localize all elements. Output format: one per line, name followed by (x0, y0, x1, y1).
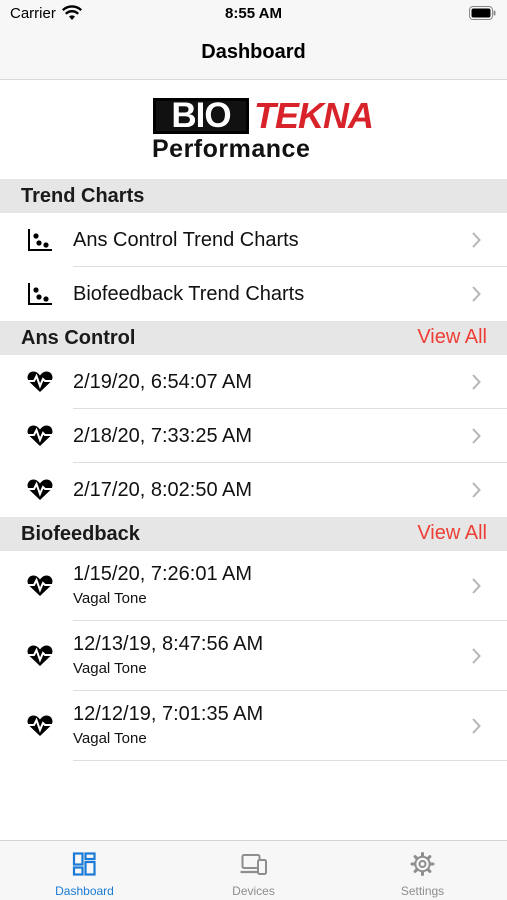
devices-icon (240, 854, 267, 875)
row-title: Biofeedback Trend Charts (73, 283, 305, 305)
scatter-chart-icon (28, 283, 52, 305)
section-title: Ans Control (21, 327, 136, 349)
row-subtitle: Vagal Tone (73, 590, 147, 607)
chevron-right-icon (472, 286, 481, 302)
heart-pulse-icon (26, 645, 54, 666)
tab-bar: Dashboard Devices Settings (0, 840, 507, 900)
row-title: Ans Control Trend Charts (73, 229, 299, 251)
tab-label: Settings (400, 884, 445, 898)
chevron-right-icon (472, 718, 481, 734)
chevron-right-icon (472, 482, 481, 498)
biofeedback-row[interactable]: 12/12/19, 7:01:35 AM Vagal Tone (0, 691, 507, 761)
row-title: 12/13/19, 8:47:56 AM (73, 633, 264, 655)
biofeedback-row[interactable]: 1/15/20, 7:26:01 AM Vagal Tone (0, 551, 507, 621)
row-title: 2/17/20, 8:02:50 AM (73, 479, 253, 501)
chevron-right-icon (472, 374, 481, 390)
chevron-right-icon (472, 232, 481, 248)
trend-chart-row-ans-control[interactable]: Ans Control Trend Charts (0, 213, 507, 267)
dashboard-grid-icon (72, 852, 96, 876)
page-title: Dashboard (201, 41, 306, 63)
logo-performance-text: Performance (152, 135, 311, 163)
chevron-right-icon (472, 648, 481, 664)
tab-label: Dashboard (55, 884, 114, 898)
logo-tekna-text: TEKNA (254, 95, 374, 136)
battery-icon (469, 6, 496, 20)
row-subtitle: Vagal Tone (73, 660, 147, 677)
trend-chart-row-biofeedback[interactable]: Biofeedback Trend Charts (0, 267, 507, 321)
biotekna-logo: BIO TEKNA Performance (150, 96, 374, 164)
ans-control-view-all-button[interactable]: View All (417, 326, 487, 349)
scatter-chart-icon (28, 229, 52, 251)
tab-devices[interactable]: Devices (169, 841, 338, 900)
row-title: 2/18/20, 7:33:25 AM (73, 425, 253, 447)
tab-dashboard[interactable]: Dashboard (0, 841, 169, 900)
heart-pulse-icon (26, 479, 54, 500)
tab-label: Devices (232, 884, 275, 898)
ans-control-row[interactable]: 2/19/20, 6:54:07 AM (0, 355, 507, 409)
logo-bio-box: BIO (153, 98, 249, 134)
logo-bio-text: BIO (156, 98, 246, 133)
biofeedback-view-all-button[interactable]: View All (417, 522, 487, 545)
chevron-right-icon (472, 578, 481, 594)
row-separator (73, 760, 507, 761)
row-title: 2/19/20, 6:54:07 AM (73, 371, 253, 393)
ans-control-header: Ans Control View All (0, 321, 507, 355)
section-title: Trend Charts (21, 185, 145, 207)
gear-icon (410, 852, 435, 876)
row-title: 12/12/19, 7:01:35 AM (73, 703, 264, 725)
ans-control-row[interactable]: 2/17/20, 8:02:50 AM (0, 463, 507, 517)
tab-settings[interactable]: Settings (338, 841, 507, 900)
heart-pulse-icon (26, 715, 54, 736)
heart-pulse-icon (26, 371, 54, 392)
chevron-right-icon (472, 428, 481, 444)
biofeedback-header: Biofeedback View All (0, 517, 507, 551)
ans-control-row[interactable]: 2/18/20, 7:33:25 AM (0, 409, 507, 463)
section-title: Biofeedback (21, 523, 140, 545)
status-bar: Carrier 8:55 AM (0, 0, 507, 30)
row-subtitle: Vagal Tone (73, 730, 147, 747)
biofeedback-row[interactable]: 12/13/19, 8:47:56 AM Vagal Tone (0, 621, 507, 691)
row-title: 1/15/20, 7:26:01 AM (73, 563, 253, 585)
clock: 8:55 AM (225, 5, 282, 22)
heart-pulse-icon (26, 425, 54, 446)
heart-pulse-icon (26, 575, 54, 596)
navigation-bar: Dashboard (0, 30, 507, 80)
trend-charts-header: Trend Charts (0, 179, 507, 213)
